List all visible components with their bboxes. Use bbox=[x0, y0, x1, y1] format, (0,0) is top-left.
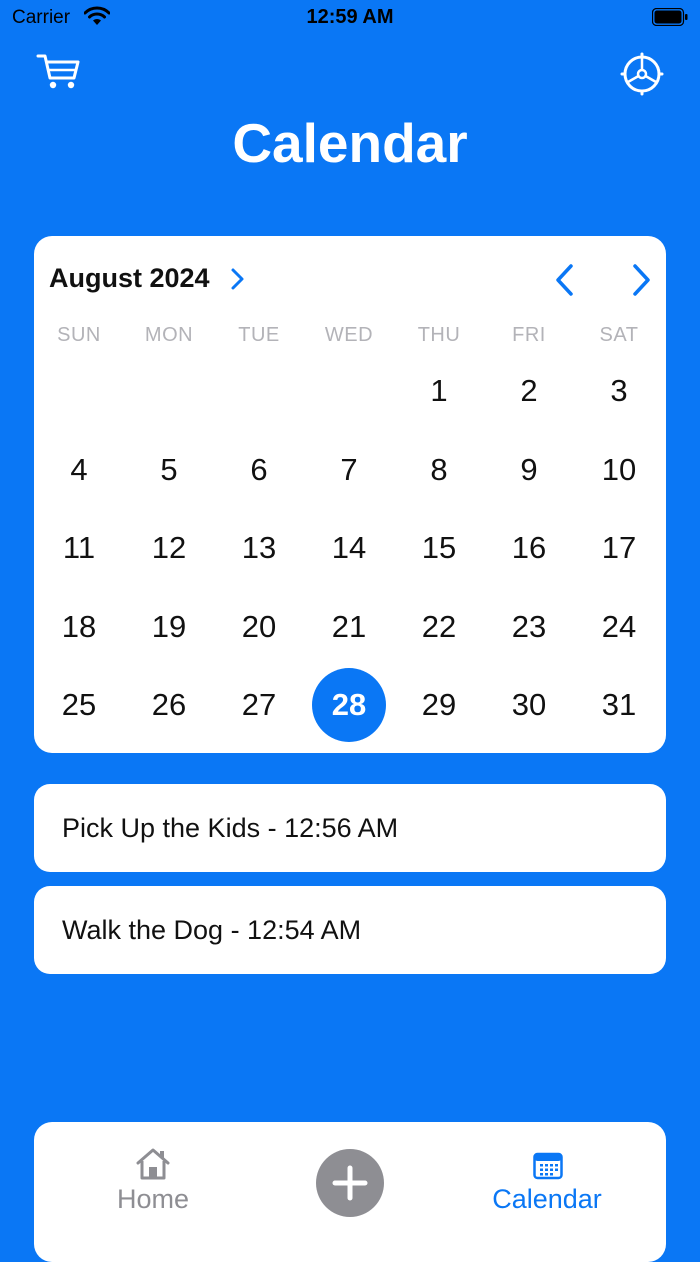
status-bar: Carrier 12:59 AM bbox=[0, 0, 700, 36]
calendar-day[interactable]: 13 bbox=[214, 509, 304, 587]
calendar-day-selected[interactable]: 28 bbox=[304, 666, 394, 744]
weekday-sat: SAT bbox=[599, 324, 639, 346]
previous-month-button[interactable] bbox=[550, 262, 580, 298]
plus-icon bbox=[332, 1165, 368, 1201]
calendar-icon bbox=[533, 1152, 563, 1180]
cart-button[interactable] bbox=[36, 52, 82, 92]
calendar-day[interactable]: 7 bbox=[304, 431, 394, 509]
event-title: Pick Up the Kids - 12:56 AM bbox=[62, 813, 399, 843]
tab-calendar-label: Calendar bbox=[492, 1184, 602, 1214]
calendar-day[interactable]: 18 bbox=[34, 588, 124, 666]
settings-button[interactable] bbox=[620, 52, 664, 96]
calendar-day[interactable]: 29 bbox=[394, 666, 484, 744]
month-label[interactable]: August 2024 bbox=[49, 263, 210, 294]
add-event-button[interactable] bbox=[316, 1149, 384, 1217]
calendar-day[interactable]: 1 bbox=[394, 352, 484, 430]
calendar-day[interactable]: 4 bbox=[34, 431, 124, 509]
calendar-day[interactable]: 20 bbox=[214, 588, 304, 666]
calendar-day[interactable]: 5 bbox=[124, 431, 214, 509]
calendar-day[interactable]: 22 bbox=[394, 588, 484, 666]
calendar-day[interactable]: 8 bbox=[394, 431, 484, 509]
battery-icon bbox=[652, 8, 688, 26]
calendar-day[interactable]: 11 bbox=[34, 509, 124, 587]
calendar-day[interactable]: 9 bbox=[484, 431, 574, 509]
calendar-card: August 2024 SUN MON TUE WED THU FRI SAT … bbox=[34, 236, 666, 753]
weekday-mon: MON bbox=[144, 324, 194, 346]
selected-day-number: 28 bbox=[331, 687, 367, 722]
calendar-day[interactable]: 27 bbox=[214, 666, 304, 744]
calendar-day[interactable]: 10 bbox=[574, 431, 664, 509]
tab-home[interactable]: Home bbox=[94, 1148, 212, 1218]
steering-wheel-icon bbox=[620, 52, 664, 96]
tab-calendar[interactable]: Calendar bbox=[478, 1148, 616, 1218]
weekday-wed: WED bbox=[324, 324, 374, 346]
event-item[interactable]: Walk the Dog - 12:54 AM bbox=[34, 886, 666, 974]
weekday-sun: SUN bbox=[57, 324, 101, 346]
event-item[interactable]: Pick Up the Kids - 12:56 AM bbox=[34, 784, 666, 872]
tab-home-label: Home bbox=[116, 1184, 190, 1214]
tab-bar: Home Calendar bbox=[34, 1122, 666, 1262]
weekday-fri: FRI bbox=[512, 324, 546, 346]
calendar-day[interactable]: 24 bbox=[574, 588, 664, 666]
calendar-day[interactable]: 21 bbox=[304, 588, 394, 666]
calendar-day[interactable]: 25 bbox=[34, 666, 124, 744]
status-time: 12:59 AM bbox=[306, 6, 394, 28]
calendar-day[interactable]: 14 bbox=[304, 509, 394, 587]
calendar-day[interactable]: 16 bbox=[484, 509, 574, 587]
weekday-thu: THU bbox=[417, 324, 461, 346]
calendar-day[interactable]: 3 bbox=[574, 352, 664, 430]
calendar-day[interactable]: 26 bbox=[124, 666, 214, 744]
event-title: Walk the Dog - 12:54 AM bbox=[62, 915, 362, 945]
calendar-day[interactable]: 23 bbox=[484, 588, 574, 666]
calendar-day[interactable]: 15 bbox=[394, 509, 484, 587]
chevron-left-icon bbox=[556, 264, 573, 296]
calendar-day[interactable]: 12 bbox=[124, 509, 214, 587]
calendar-day[interactable]: 31 bbox=[574, 666, 664, 744]
chevron-right-icon bbox=[633, 264, 650, 296]
cart-icon bbox=[36, 54, 80, 89]
calendar-day[interactable]: 19 bbox=[124, 588, 214, 666]
calendar-day[interactable]: 6 bbox=[214, 431, 304, 509]
calendar-day[interactable]: 30 bbox=[484, 666, 574, 744]
page-title: Calendar bbox=[232, 112, 468, 174]
next-month-button[interactable] bbox=[626, 262, 656, 298]
home-icon bbox=[136, 1148, 170, 1180]
calendar-day[interactable]: 2 bbox=[484, 352, 574, 430]
calendar-day[interactable]: 17 bbox=[574, 509, 664, 587]
weekday-tue: TUE bbox=[238, 324, 280, 346]
chevron-right-icon[interactable] bbox=[230, 266, 246, 292]
